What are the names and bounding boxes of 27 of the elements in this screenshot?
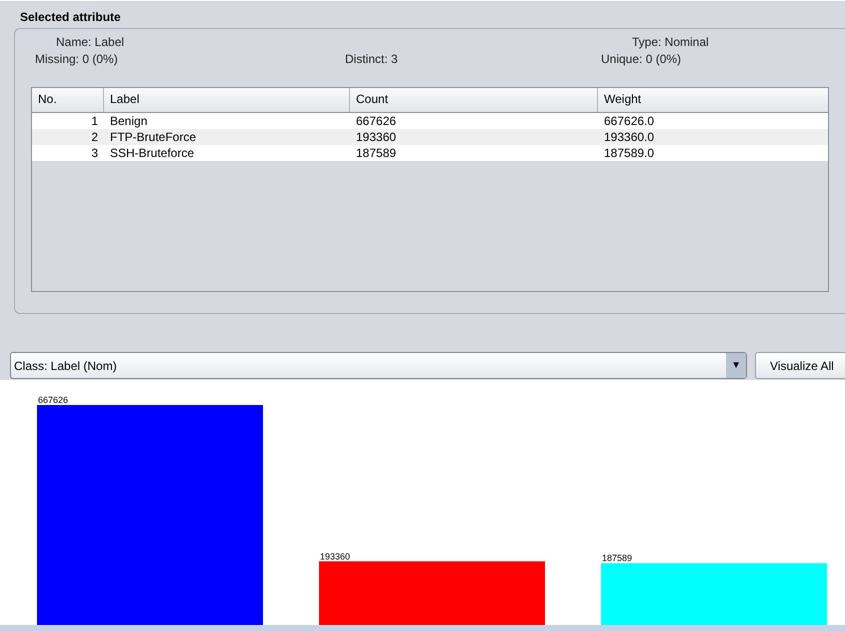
bar-value-label: 667626 [38, 395, 68, 405]
unique-label: Unique: 0 (0%) [601, 52, 682, 66]
table-cell-text: 187589 [355, 145, 398, 161]
table-cell-text: Benign [109, 113, 148, 129]
bar-value-label: 187589 [602, 553, 632, 564]
table-cell-text: 3 [90, 145, 99, 161]
column-header[interactable]: Weight [598, 88, 828, 112]
class-dropdown[interactable]: Class: Label (Nom) ▼ [10, 352, 747, 379]
column-header[interactable]: Label [104, 88, 350, 112]
table-cell-text: 193360 [355, 129, 398, 145]
name-label: Name: Label [55, 35, 124, 49]
table-cell-text: 2 [90, 129, 99, 145]
column-header[interactable]: Count [350, 88, 598, 112]
table-cell-text: FTP-BruteForce [109, 129, 198, 145]
table-cell-text: 187589.0 [603, 145, 656, 161]
bar-value-label: 193360 [320, 551, 350, 562]
missing-label: Missing: 0 (0%) [35, 52, 118, 66]
column-header[interactable]: No. [32, 88, 104, 112]
distinct-label: Distinct: 3 [345, 52, 399, 66]
visualize-all-button[interactable]: Visualize All [755, 352, 845, 379]
section-title: Selected attribute [19, 9, 122, 26]
table-cell-text: 667626.0 [603, 113, 656, 129]
table-cell-text: 1 [90, 113, 99, 129]
type-label: Type: Nominal [631, 35, 709, 49]
table-cell-text: SSH-Bruteforce [109, 145, 196, 161]
table-cell-text: 667626 [355, 113, 398, 129]
table-cell-text: 193360.0 [603, 129, 656, 145]
